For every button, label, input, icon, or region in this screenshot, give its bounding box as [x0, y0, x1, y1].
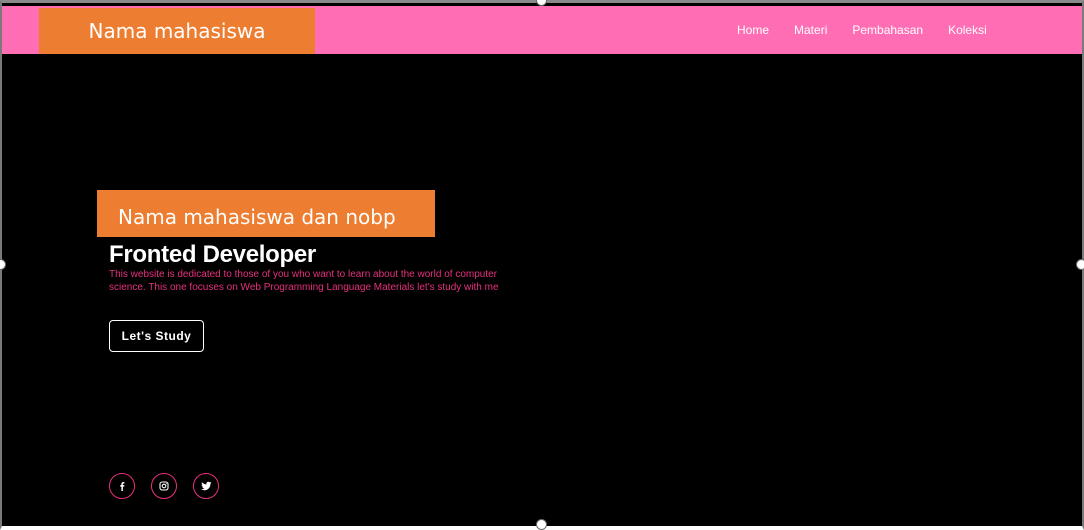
- hero-description: This website is dedicated to those of yo…: [109, 269, 499, 293]
- brand-label-box: Nama mahasiswa: [39, 8, 315, 54]
- page-frame: Nama mahasiswa Home Materi Pembahasan Ko…: [0, 0, 1084, 530]
- hero-name-label-box: Nama mahasiswa dan nobp: [97, 190, 435, 237]
- twitter-icon: [200, 481, 211, 491]
- nav-link-pembahasan[interactable]: Pembahasan: [852, 23, 923, 37]
- navbar: Nama mahasiswa Home Materi Pembahasan Ko…: [2, 6, 1082, 54]
- instagram-icon: [159, 481, 169, 491]
- social-links: [109, 473, 219, 499]
- lets-study-button[interactable]: Let's Study: [109, 320, 204, 352]
- nav-link-materi[interactable]: Materi: [794, 23, 827, 37]
- facebook-icon: [120, 482, 125, 491]
- hero-title: Fronted Developer: [109, 241, 316, 268]
- resize-handle-right[interactable]: [1076, 259, 1084, 270]
- nav-link-koleksi[interactable]: Koleksi: [948, 23, 987, 37]
- instagram-button[interactable]: [151, 473, 177, 499]
- resize-handle-bottom[interactable]: [536, 519, 547, 530]
- nav-link-home[interactable]: Home: [737, 23, 769, 37]
- twitter-button[interactable]: [193, 473, 219, 499]
- nav-links: Home Materi Pembahasan Koleksi: [737, 6, 987, 54]
- facebook-button[interactable]: [109, 473, 135, 499]
